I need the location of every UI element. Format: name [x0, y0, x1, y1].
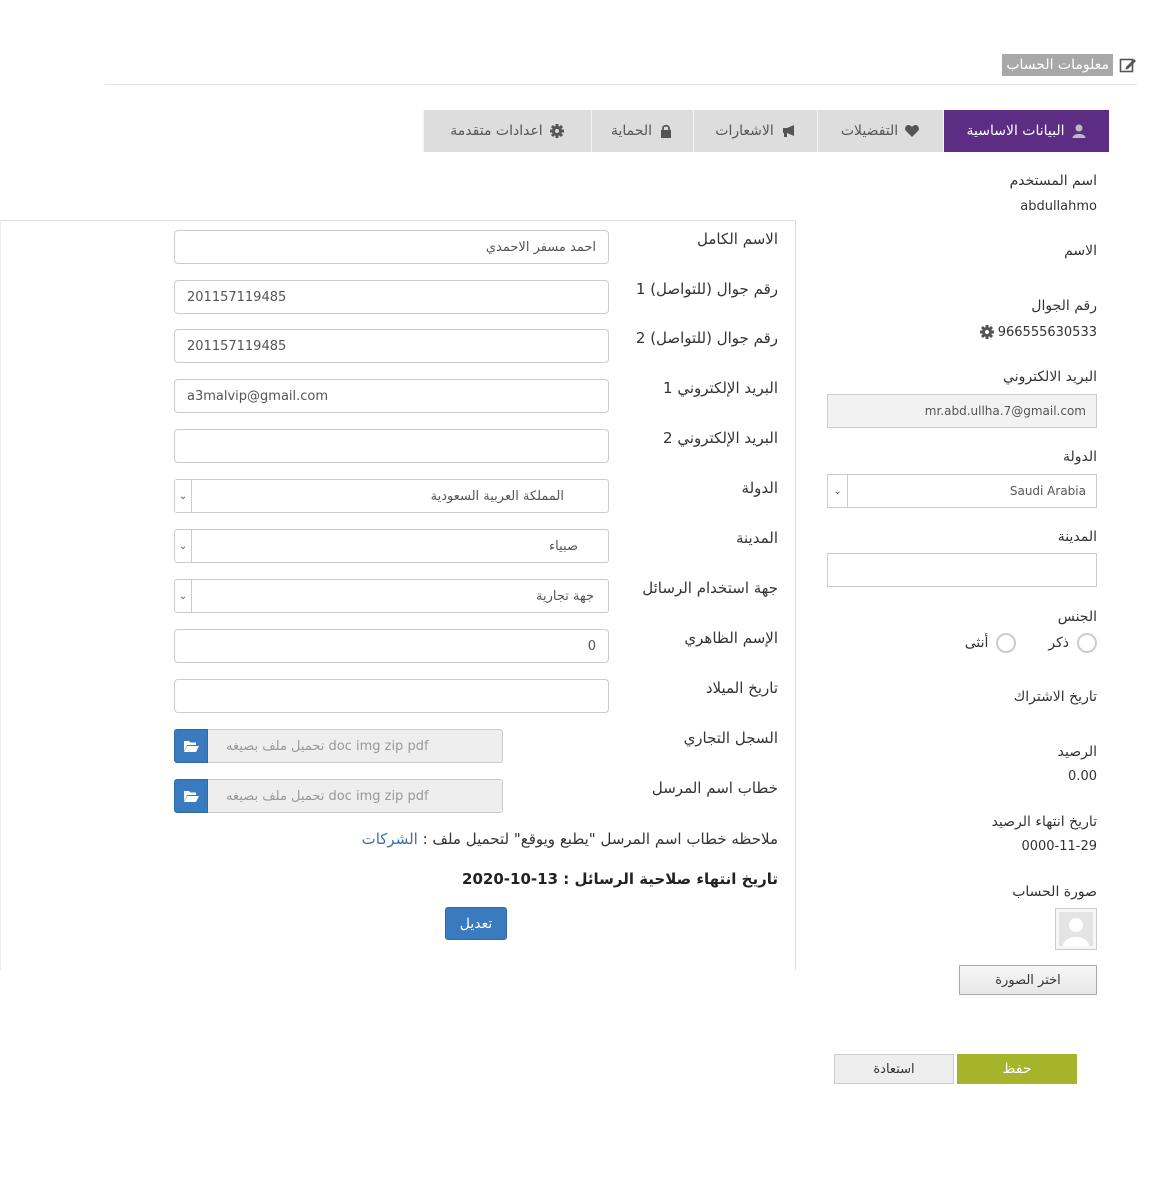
fullname-label: الاسم الكامل [696, 230, 778, 248]
edit-button[interactable]: تعديل [445, 907, 507, 940]
gear-icon[interactable] [979, 324, 995, 340]
radio-button[interactable] [1077, 633, 1097, 653]
email2-label: البريد الإلكتروني 2 [663, 429, 778, 447]
subscription-date-label: تاريخ الاشتراك [1013, 689, 1097, 705]
chevron-down-icon: ⌄ [828, 475, 848, 507]
gender-male-option[interactable]: ذكر [1048, 633, 1097, 653]
tab-label: اعدادات متقدمة [450, 123, 543, 139]
lock-icon [658, 123, 674, 139]
email1-row: البريد الإلكتروني 1 a3malvip@gmail.com [174, 379, 778, 413]
radio-button[interactable] [996, 633, 1017, 653]
chevron-down-icon: ⌄ [175, 530, 192, 562]
country-select-value: Saudi Arabia [1009, 484, 1086, 498]
gender-male-label: ذكر [1048, 635, 1069, 651]
display-name-input[interactable]: 0 [174, 629, 609, 663]
email2-input[interactable] [174, 429, 609, 463]
sender-letter-note: ملاحظه خطاب اسم المرسل "يطبع ويوقع" لتحم… [362, 830, 778, 848]
browse-file-button[interactable] [174, 729, 208, 763]
email1-label: البريد الإلكتروني 1 [663, 379, 778, 397]
mobile1-input[interactable]: 201157119485 [174, 280, 609, 314]
mobile2-input[interactable]: 201157119485 [174, 329, 609, 363]
balance-expiry-label: تاريخ انتهاء الرصيد [991, 814, 1097, 830]
usage-select[interactable]: جهة تجارية ⌄ [174, 579, 609, 613]
city-label: المدينة [1057, 529, 1097, 545]
email2-row: البريد الإلكتروني 2 [174, 429, 778, 463]
commercial-register-file-field[interactable]: تحميل ملف بصيغه doc img zip pdf [208, 729, 503, 763]
folder-open-icon [184, 741, 199, 752]
edit-icon [1119, 56, 1137, 74]
tab-advanced-settings[interactable]: اعدادات متقدمة [423, 110, 591, 152]
country-select-value: المملكة العربية السعودية [430, 488, 564, 504]
balance-expiry-value: 0000-11-29 [1021, 839, 1097, 854]
commercial-register-label: السجل التجاري [683, 729, 778, 747]
city-row: المدينة صبياء ⌄ [174, 529, 778, 563]
chevron-down-icon: ⌄ [175, 480, 192, 512]
megaphone-icon [780, 123, 796, 139]
birthdate-row: تاريخ الميلاد [174, 679, 778, 713]
balance-value: 0.00 [1068, 769, 1097, 784]
folder-open-icon [184, 791, 199, 802]
email-label: البريد الالكتروني [1003, 369, 1097, 385]
mobile1-row: رقم جوال (للتواصل) 1 201157119485 [174, 280, 778, 314]
tab-label: الحماية [611, 123, 652, 139]
country-label: الدولة [1062, 449, 1097, 465]
mobile-row: 966555630533 [979, 324, 1097, 340]
country-label: الدولة [741, 479, 778, 497]
city-select[interactable]: صبياء ⌄ [174, 529, 609, 563]
mobile2-label: رقم جوال (للتواصل) 2 [635, 329, 778, 347]
name-label: الاسم [1064, 243, 1097, 259]
messages-expiry: تاريخ انتهاء صلاحية الرسائل : 13-10-2020 [462, 870, 778, 888]
tab-security[interactable]: الحماية [591, 110, 693, 152]
country-select[interactable]: المملكة العربية السعودية ⌄ [174, 479, 609, 513]
sender-letter-row: خطاب اسم المرسل تحميل ملف بصيغه doc img … [174, 779, 778, 813]
chevron-down-icon: ⌄ [175, 580, 192, 612]
commercial-register-row: السجل التجاري تحميل ملف بصيغه doc img zi… [174, 729, 778, 763]
birthdate-label: تاريخ الميلاد [705, 679, 778, 697]
sender-letter-upload: تحميل ملف بصيغه doc img zip pdf [174, 779, 503, 813]
sender-letter-file-field[interactable]: تحميل ملف بصيغه doc img zip pdf [208, 779, 503, 813]
balance-label: الرصيد [1057, 744, 1097, 760]
country-row: الدولة المملكة العربية السعودية ⌄ [174, 479, 778, 513]
browse-file-button[interactable] [174, 779, 208, 813]
fullname-input[interactable]: احمد مسفر الاحمدي [174, 230, 609, 264]
username-value: abdullahmo [1020, 199, 1097, 214]
mobile1-label: رقم جوال (للتواصل) 1 [635, 280, 778, 298]
gear-icon [549, 123, 565, 139]
mobile-label: رقم الجوال [1031, 298, 1097, 314]
account-summary: اسم المستخدم abdullahmo الاسم رقم الجوال… [827, 0, 1097, 1100]
display-name-label: الإسم الظاهري [684, 629, 778, 647]
display-name-row: الإسم الظاهري 0 [174, 629, 778, 663]
city-select-value: صبياء [549, 538, 578, 554]
commercial-register-upload: تحميل ملف بصيغه doc img zip pdf [174, 729, 503, 763]
usage-label: جهة استخدام الرسائل [642, 579, 778, 597]
gender-options: ذكر أنثى [965, 633, 1097, 653]
usage-row: جهة استخدام الرسائل جهة تجارية ⌄ [174, 579, 778, 613]
restore-button[interactable]: استعادة [834, 1054, 954, 1084]
avatar [1055, 908, 1097, 950]
city-label: المدينة [735, 529, 778, 547]
tab-notifications[interactable]: الاشعارات [693, 110, 817, 152]
country-select[interactable]: Saudi Arabia ⌄ [827, 474, 1097, 508]
usage-select-value: جهة تجارية [536, 588, 594, 604]
account-photo-label: صورة الحساب [1012, 884, 1097, 900]
mobile-value: 966555630533 [997, 324, 1097, 340]
birthdate-input[interactable] [174, 679, 609, 713]
sender-letter-label: خطاب اسم المرسل [651, 779, 778, 797]
username-label: اسم المستخدم [1009, 173, 1097, 189]
city-field[interactable] [827, 553, 1097, 587]
avatar-placeholder-icon [1059, 912, 1093, 946]
companies-link[interactable]: الشركات [362, 830, 418, 848]
gender-female-option[interactable]: أنثى [965, 633, 1017, 653]
email1-input[interactable]: a3malvip@gmail.com [174, 379, 609, 413]
gender-female-label: أنثى [964, 635, 989, 651]
email-field[interactable]: mr.abd.ullha.7@gmail.com [827, 394, 1097, 428]
fullname-row: الاسم الكامل احمد مسفر الاحمدي [174, 230, 778, 264]
note-text: ملاحظه خطاب اسم المرسل "يطبع ويوقع" لتحم… [422, 830, 778, 848]
gender-label: الجنس [1057, 609, 1097, 625]
save-button[interactable]: حفظ [957, 1054, 1077, 1084]
choose-photo-button[interactable]: اختر الصورة [959, 965, 1097, 995]
mobile2-row: رقم جوال (للتواصل) 2 201157119485 [174, 329, 778, 363]
tab-label: الاشعارات [715, 123, 774, 139]
